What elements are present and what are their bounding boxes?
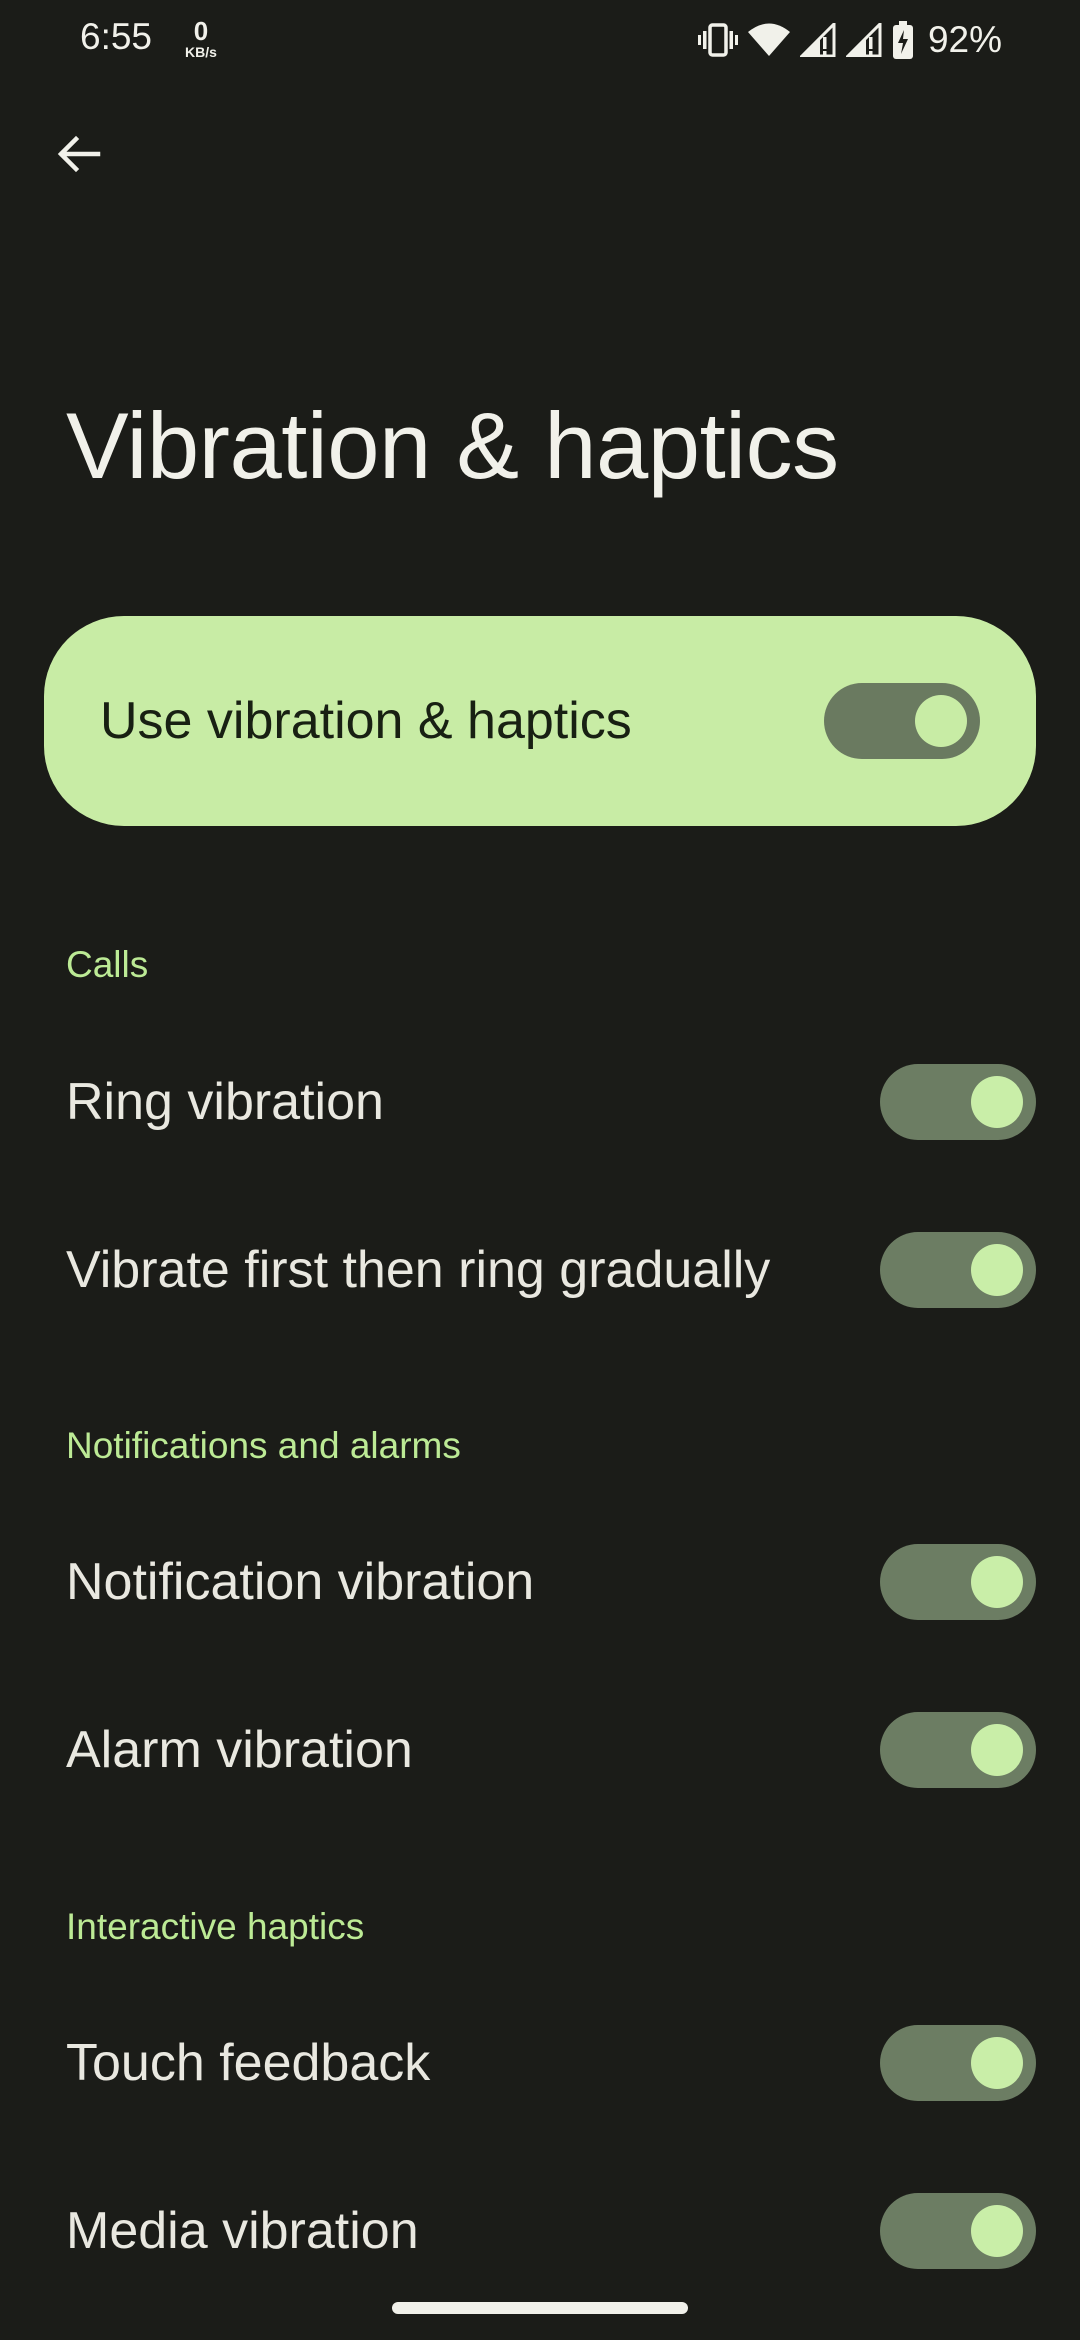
vibrate-icon bbox=[697, 22, 738, 58]
back-button[interactable] bbox=[40, 116, 116, 192]
setting-row-alarm-vibration[interactable]: Alarm vibration bbox=[0, 1680, 1080, 1820]
media-vibration-toggle[interactable] bbox=[880, 2193, 1036, 2269]
network-speed-unit: KB/s bbox=[185, 44, 217, 60]
gesture-nav-handle[interactable] bbox=[392, 2302, 688, 2314]
signal-icon bbox=[845, 23, 882, 57]
section-header-calls: Calls bbox=[66, 944, 149, 985]
toggle-thumb bbox=[971, 2205, 1023, 2257]
main-toggle-card[interactable]: Use vibration & haptics bbox=[44, 616, 1036, 826]
notification-vibration-toggle[interactable] bbox=[880, 1544, 1036, 1620]
section-header-interactive-haptics: Interactive haptics bbox=[66, 1906, 365, 1947]
setting-label: Touch feedback bbox=[66, 2034, 431, 2092]
main-toggle-switch[interactable] bbox=[824, 683, 980, 759]
setting-row-media-vibration[interactable]: Media vibration bbox=[0, 2161, 1080, 2301]
setting-row-touch-feedback[interactable]: Touch feedback bbox=[0, 1993, 1080, 2133]
setting-label: Ring vibration bbox=[66, 1073, 384, 1131]
toggle-thumb bbox=[971, 1076, 1023, 1128]
setting-row-notification-vibration[interactable]: Notification vibration bbox=[0, 1512, 1080, 1652]
status-icons: 92% bbox=[697, 18, 1002, 62]
page-title: Vibration & haptics bbox=[66, 393, 839, 498]
setting-row-vibrate-first[interactable]: Vibrate first then ring gradually bbox=[0, 1200, 1080, 1340]
setting-label: Notification vibration bbox=[66, 1553, 535, 1611]
vibrate-first-toggle[interactable] bbox=[880, 1232, 1036, 1308]
toggle-thumb bbox=[971, 1244, 1023, 1296]
battery-charging-icon bbox=[892, 21, 914, 59]
toggle-thumb bbox=[915, 695, 967, 747]
status-time: 6:55 bbox=[80, 16, 153, 57]
setting-label: Vibrate first then ring gradually bbox=[66, 1241, 771, 1299]
network-speed-value: 0 bbox=[193, 16, 209, 46]
status-bar: 6:55 0 KB/s 92% bbox=[0, 0, 1080, 80]
battery-percent: 92% bbox=[927, 19, 1002, 60]
setting-label: Media vibration bbox=[66, 2202, 419, 2260]
setting-row-ring-vibration[interactable]: Ring vibration bbox=[0, 1032, 1080, 1172]
toggle-thumb bbox=[971, 2037, 1023, 2089]
main-toggle-label: Use vibration & haptics bbox=[100, 692, 632, 750]
network-speed: 0 KB/s bbox=[178, 18, 224, 59]
toggle-thumb bbox=[971, 1724, 1023, 1776]
arrow-back-icon bbox=[57, 135, 101, 173]
alarm-vibration-toggle[interactable] bbox=[880, 1712, 1036, 1788]
ring-vibration-toggle[interactable] bbox=[880, 1064, 1036, 1140]
touch-feedback-toggle[interactable] bbox=[880, 2025, 1036, 2101]
toggle-thumb bbox=[971, 1556, 1023, 1608]
signal-icon bbox=[799, 23, 836, 57]
wifi-icon bbox=[747, 23, 790, 57]
section-header-notifications: Notifications and alarms bbox=[66, 1425, 461, 1466]
setting-label: Alarm vibration bbox=[66, 1721, 413, 1779]
